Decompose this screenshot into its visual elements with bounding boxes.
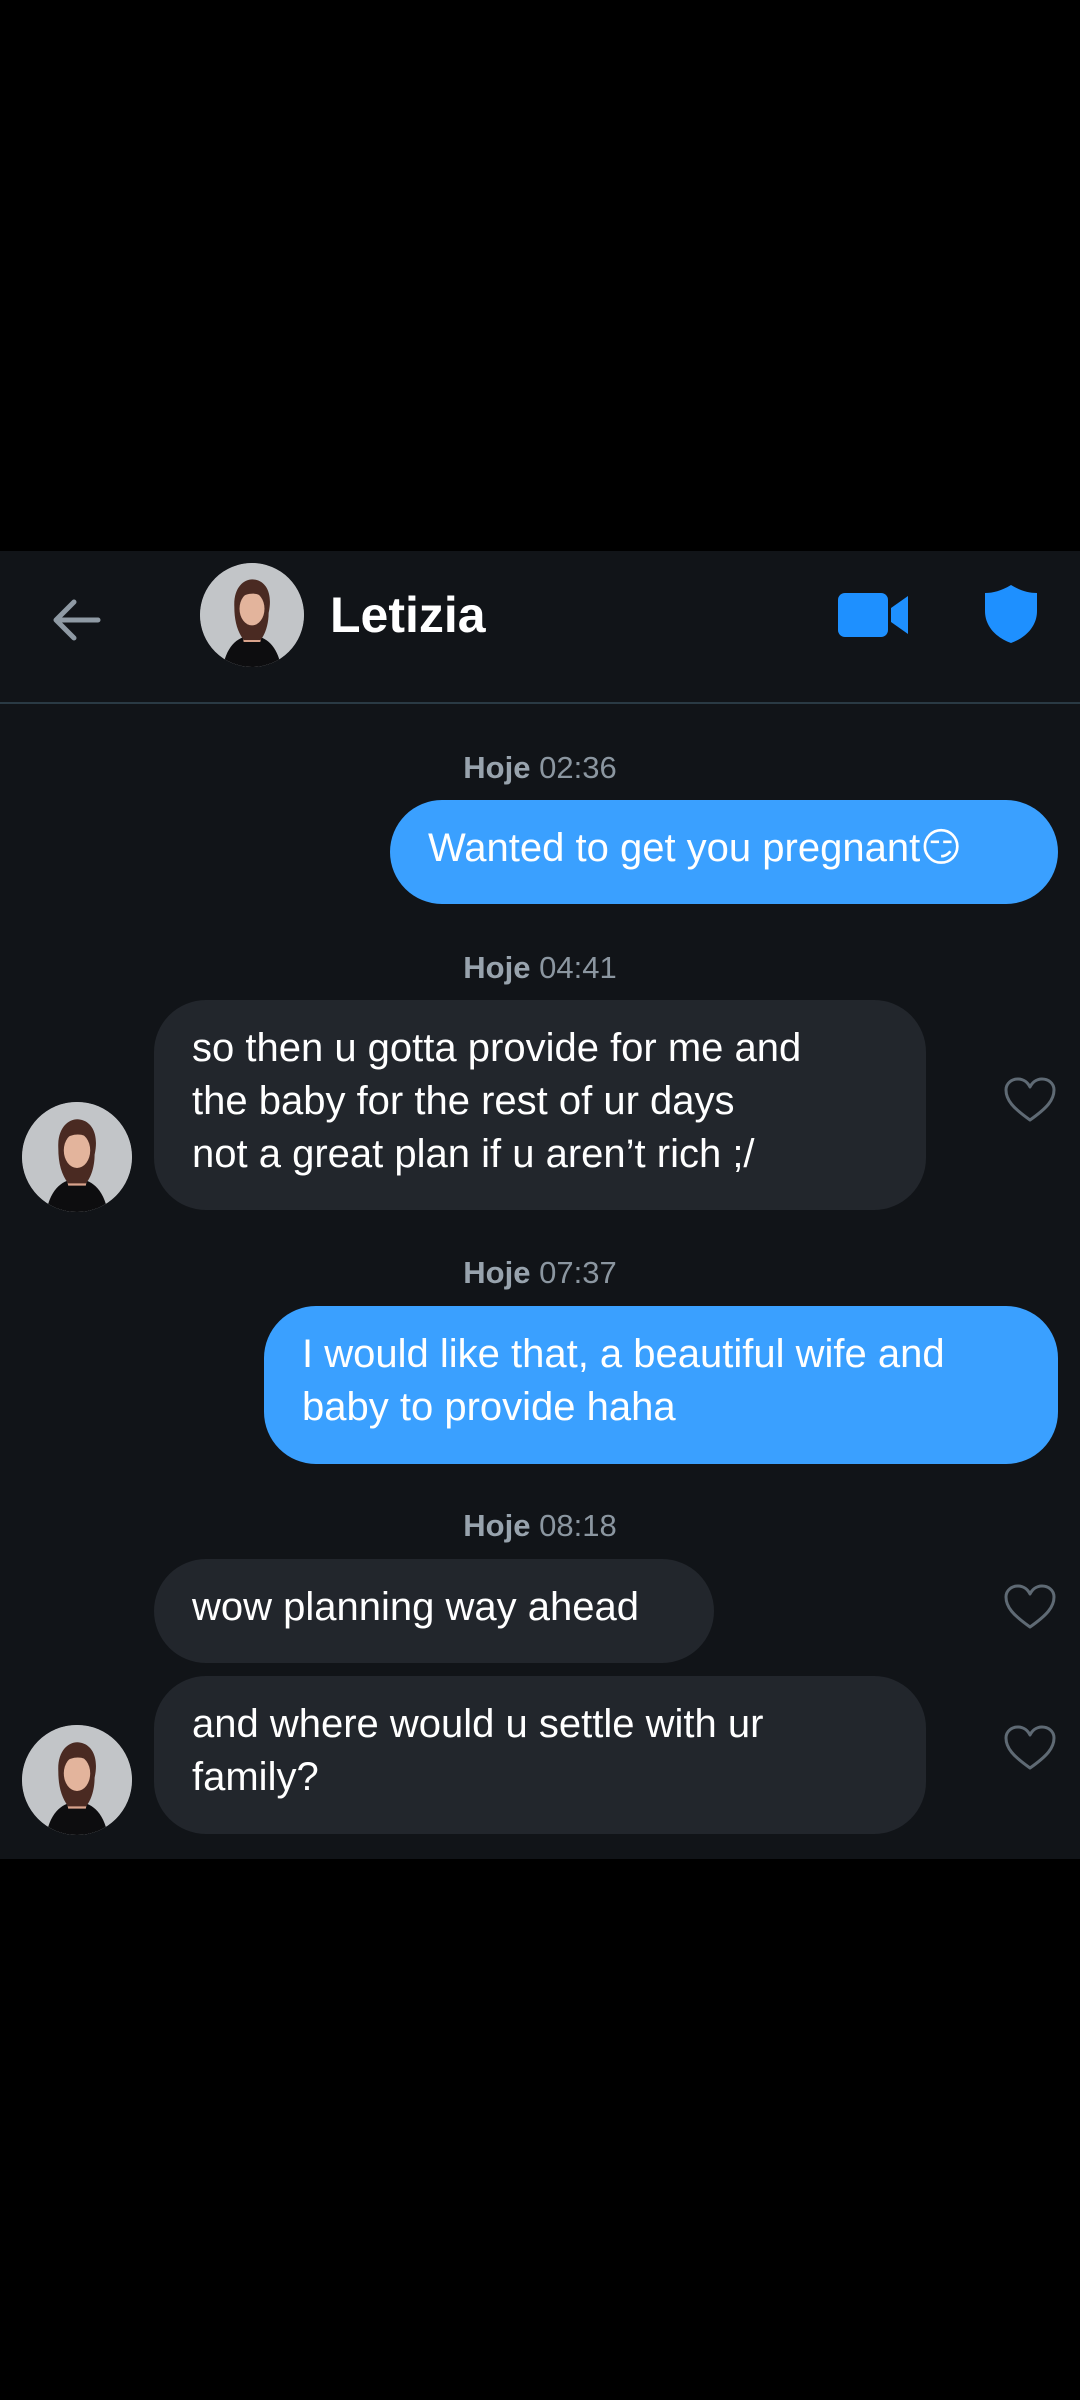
shield-icon [983,583,1039,650]
incoming-message-bubble[interactable]: wow planning way ahead [154,1559,714,1663]
like-message-button[interactable] [1002,1076,1058,1128]
incoming-message-bubble[interactable]: so then u gotta provide for me and the b… [154,1000,926,1210]
header-divider [0,702,1080,704]
video-call-button[interactable] [834,587,914,647]
video-camera-icon [836,590,912,645]
message-timestamp: Hoje 08:18 [463,1508,617,1543]
contact-avatar[interactable] [200,563,304,667]
message-timestamp: Hoje 07:37 [463,1255,617,1290]
message-timestamp: Hoje 02:36 [463,750,617,785]
arrow-left-icon [50,598,102,647]
incoming-message-bubble[interactable]: and where would u settle with ur family? [154,1676,926,1834]
like-message-button[interactable] [1002,1724,1058,1776]
contact-avatar[interactable] [22,1102,132,1212]
heart-outline-icon [1003,1076,1057,1129]
contact-name[interactable]: Letizia [330,585,486,645]
outgoing-message-bubble[interactable]: Wanted to get you pregnant😏 [390,800,1058,904]
like-message-button[interactable] [1002,1583,1058,1635]
chat-header: Letizia [0,551,1080,703]
outgoing-message-bubble[interactable]: I would like that, a beautiful wife and … [264,1306,1058,1464]
contact-avatar[interactable] [22,1725,132,1835]
safety-button[interactable] [978,583,1044,649]
back-button[interactable] [40,586,112,658]
chat-screen: Letizia Hoje 02:36 Wanted to get you pre… [0,551,1080,1859]
heart-outline-icon [1003,1724,1057,1777]
heart-outline-icon [1003,1583,1057,1636]
message-timestamp: Hoje 04:41 [463,950,617,985]
